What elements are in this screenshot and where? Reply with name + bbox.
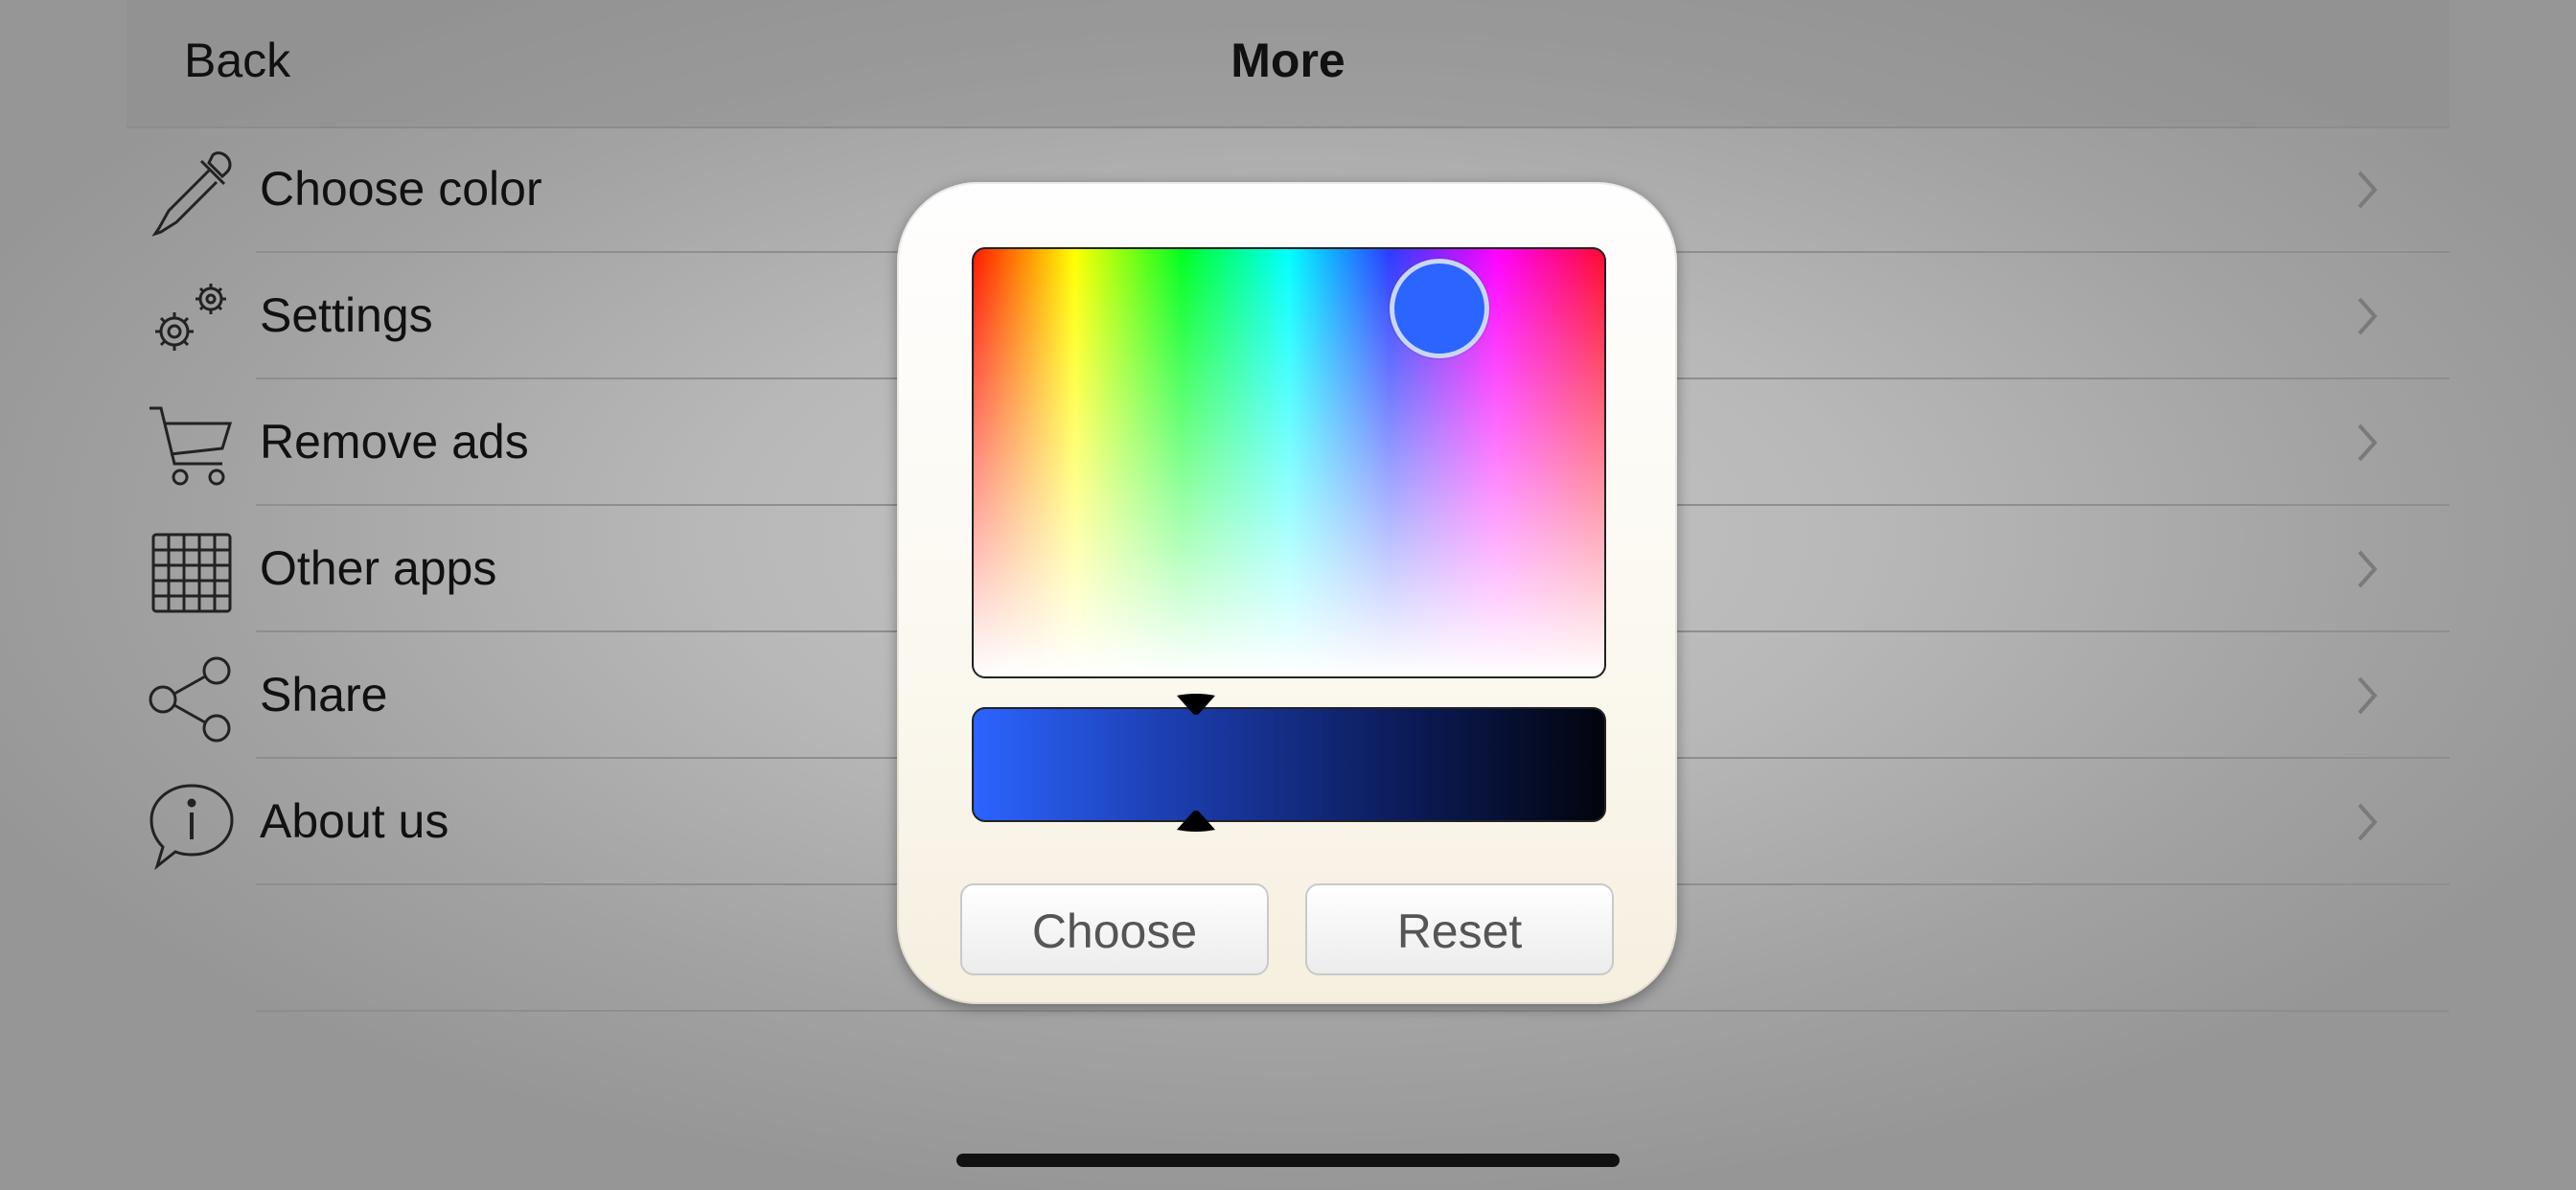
slider-handle-bottom[interactable] (1173, 809, 1219, 834)
brightness-slider-track[interactable] (972, 707, 1606, 822)
eyedropper-icon (151, 151, 232, 237)
chevron-right-icon (2358, 803, 2378, 841)
cart-icon (150, 406, 233, 486)
chevron-right-icon (2358, 550, 2378, 588)
row-divider (256, 1010, 2450, 1012)
menu-item-label: Other apps (260, 541, 497, 595)
menu-item-label: About us (260, 794, 449, 848)
chevron-right-icon (2358, 423, 2378, 462)
choose-button[interactable]: Choose (960, 883, 1269, 975)
page-title: More (1230, 34, 1346, 87)
chevron-right-icon (2358, 297, 2378, 335)
menu-item-label: Settings (260, 288, 433, 342)
chevron-right-icon (2358, 676, 2378, 715)
info-bubble-icon (150, 784, 234, 871)
menu-item-label: Choose color (260, 162, 542, 216)
color-picker-dialog: Choose Reset (897, 182, 1677, 1004)
menu-item-label: Share (260, 668, 388, 721)
color-picker-knob[interactable] (1390, 259, 1489, 358)
chevron-right-icon (2358, 171, 2378, 209)
share-icon (149, 656, 231, 743)
color-spectrum[interactable] (972, 247, 1606, 678)
grid-icon (151, 533, 232, 613)
menu-item-label: Remove ads (260, 415, 529, 469)
slider-handle-top[interactable] (1173, 692, 1219, 717)
home-indicator (956, 1154, 1620, 1167)
reset-button[interactable]: Reset (1305, 883, 1614, 975)
navigation-bar: Back More (126, 0, 2450, 128)
gears-icon (155, 284, 226, 351)
